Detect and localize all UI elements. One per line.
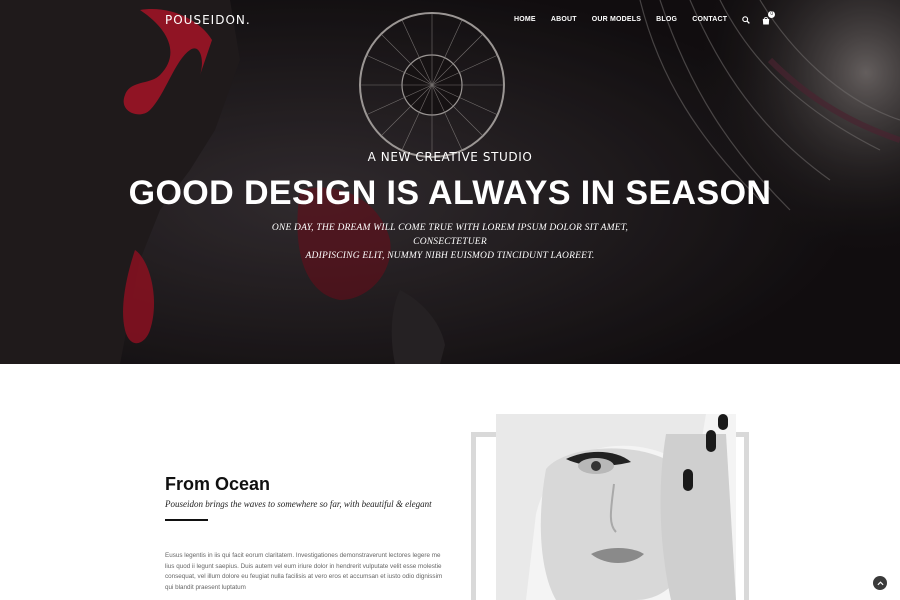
nav-item-about[interactable]: ABOUT <box>551 15 577 25</box>
about-tagline: Pouseidon brings the waves to somewhere … <box>165 499 432 509</box>
site-logo[interactable]: POUSEIDON. <box>165 13 251 27</box>
about-body-line: qui blandit praesent luptatum <box>165 583 246 591</box>
hero-description-line-1: ONE DAY, THE DREAM WILL COME TRUE WITH L… <box>271 223 629 247</box>
scroll-to-top-button[interactable] <box>873 576 887 590</box>
model-photo <box>496 414 736 600</box>
hero-subtitle: A NEW CREATIVE STUDIO <box>367 150 533 164</box>
shopping-bag-icon[interactable]: 0 <box>762 10 776 25</box>
hero-title: GOOD DESIGN IS ALWAYS IN SEASON <box>128 174 772 212</box>
model-photo-image <box>496 414 736 600</box>
hero-description: ONE DAY, THE DREAM WILL COME TRUE WITH L… <box>250 221 650 263</box>
hero-description-line-2: ADIPISCING ELIT, NUMMY NIBH EUISMOD TINC… <box>305 251 595 261</box>
about-body-line: Eusus legentis in iis qui facit eorum cl… <box>165 552 441 559</box>
nav-item-our-models[interactable]: OUR MODELS <box>592 15 641 25</box>
hero-section: POUSEIDON. HOME ABOUT OUR MODELS BLOG CO… <box>0 0 900 364</box>
cart-count-badge: 0 <box>768 10 776 18</box>
search-icon[interactable] <box>742 16 751 24</box>
about-body-line: consequat, vel illum dolore eu feugiat n… <box>165 573 443 580</box>
about-body-line: lius quod ii legunt saepius. Duis autem … <box>165 562 442 570</box>
nav-item-blog[interactable]: BLOG <box>656 15 677 25</box>
nav-item-contact[interactable]: CONTACT <box>692 15 727 25</box>
main-navigation: HOME ABOUT OUR MODELS BLOG CONTACT 0 <box>514 10 782 25</box>
about-heading: From Ocean <box>165 474 271 494</box>
about-divider <box>165 519 208 521</box>
about-body-text: Eusus legentis in iis qui facit eorum cl… <box>165 551 450 593</box>
chevron-up-icon <box>876 580 884 585</box>
nav-item-home[interactable]: HOME <box>514 15 536 25</box>
